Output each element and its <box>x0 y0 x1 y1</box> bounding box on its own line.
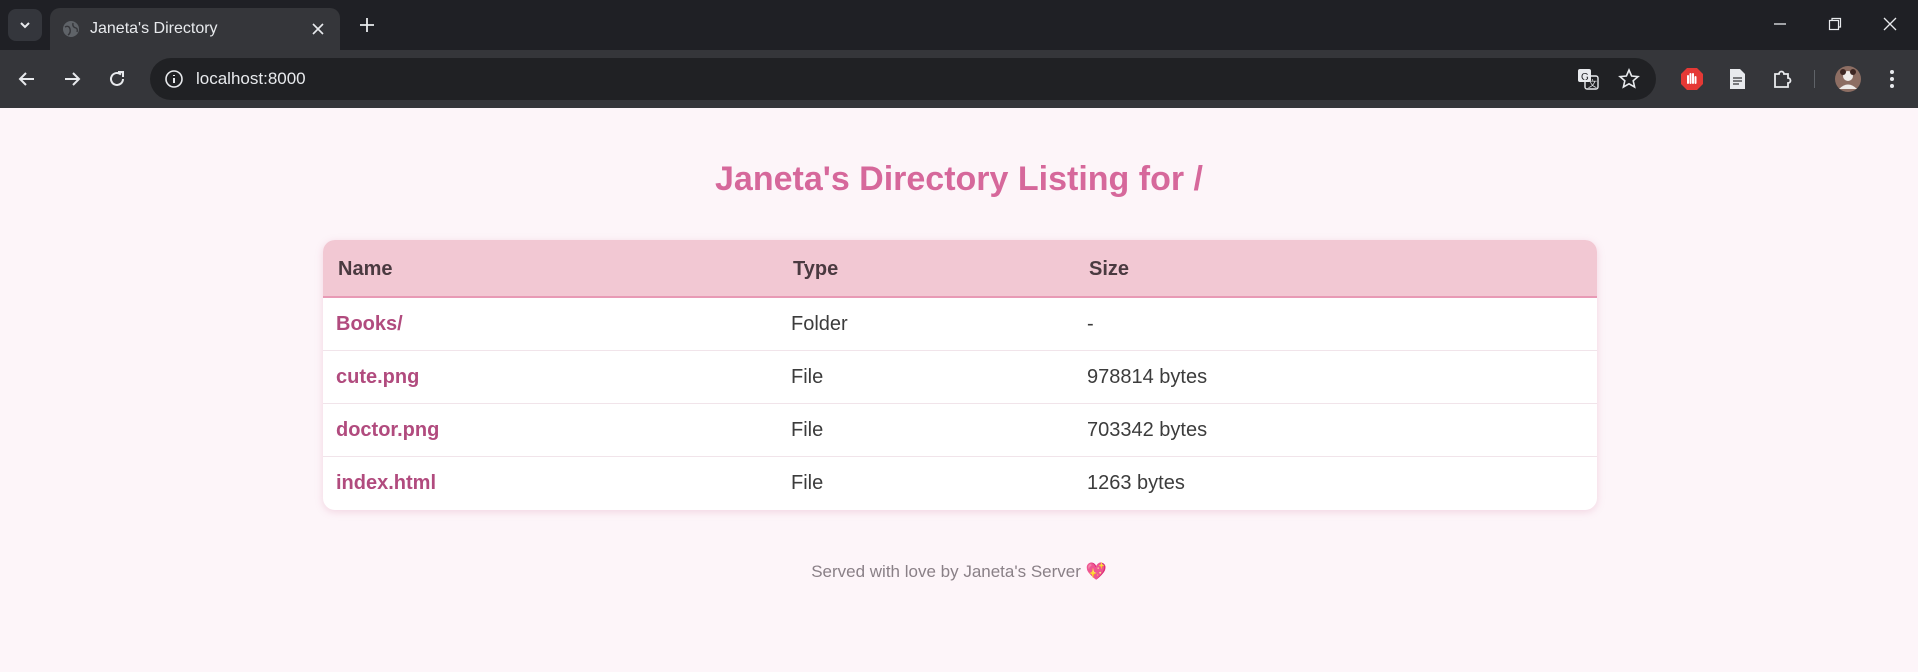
tab-strip: Janeta's Directory <box>0 0 1918 50</box>
profile-icon[interactable] <box>1832 63 1864 95</box>
file-size: 978814 bytes <box>1087 366 1208 388</box>
file-size: 1263 bytes <box>1087 472 1185 494</box>
table-row: Books/ Folder - <box>323 298 1597 351</box>
file-link[interactable]: cute.png <box>336 366 419 389</box>
file-link[interactable]: Books/ <box>336 313 403 336</box>
file-type: Folder <box>791 313 848 335</box>
column-header-size: Size <box>1089 258 1130 280</box>
browser-tab[interactable]: Janeta's Directory <box>50 8 340 50</box>
plus-icon[interactable] <box>351 9 383 41</box>
page-title: Janeta's Directory Listing for / <box>715 160 1203 198</box>
url-text[interactable]: localhost:8000 <box>196 69 306 89</box>
menu-icon[interactable] <box>1876 63 1908 95</box>
file-link[interactable]: doctor.png <box>336 419 439 442</box>
column-header-type: Type <box>793 258 839 280</box>
table-row: cute.png File 978814 bytes <box>323 351 1597 404</box>
translate-icon[interactable]: G文 <box>1576 67 1600 91</box>
toolbar-divider <box>1814 70 1815 88</box>
tab-search-icon[interactable] <box>8 9 42 41</box>
file-size: 703342 bytes <box>1087 419 1208 441</box>
restore-icon[interactable] <box>1807 0 1863 48</box>
footer-text: Served with love by Janeta's Server <box>811 562 1081 581</box>
star-icon[interactable] <box>1617 67 1641 91</box>
file-type: File <box>791 419 824 441</box>
back-icon[interactable] <box>10 62 44 96</box>
forward-icon[interactable] <box>55 62 89 96</box>
extensions-icon[interactable] <box>1766 63 1798 95</box>
heart-icon: 💖 <box>1085 562 1107 581</box>
column-header-name: Name <box>338 258 393 280</box>
file-type: File <box>791 472 824 494</box>
file-size: - <box>1087 313 1094 335</box>
file-type: File <box>791 366 824 388</box>
globe-icon <box>62 20 80 38</box>
document-icon[interactable] <box>1721 63 1753 95</box>
info-icon[interactable] <box>162 67 186 91</box>
table-row: doctor.png File 703342 bytes <box>323 404 1597 457</box>
browser-toolbar: localhost:8000 G文 <box>0 50 1918 108</box>
svg-text:文: 文 <box>1588 78 1597 89</box>
directory-table: Name Type Size Books/ Folder - cute.png … <box>323 240 1597 510</box>
minimize-icon[interactable] <box>1752 0 1808 48</box>
adblock-icon[interactable] <box>1676 63 1708 95</box>
footer: Served with love by Janeta's Server 💖 <box>0 562 1918 582</box>
window-close-icon[interactable] <box>1862 0 1918 48</box>
table-header: Name Type Size <box>323 240 1597 298</box>
file-link[interactable]: index.html <box>336 472 436 495</box>
close-icon[interactable] <box>306 17 330 41</box>
tab-title: Janeta's Directory <box>90 20 218 37</box>
address-bar[interactable]: localhost:8000 G文 <box>150 58 1656 100</box>
reload-icon[interactable] <box>100 62 134 96</box>
table-row: index.html File 1263 bytes <box>323 457 1597 510</box>
